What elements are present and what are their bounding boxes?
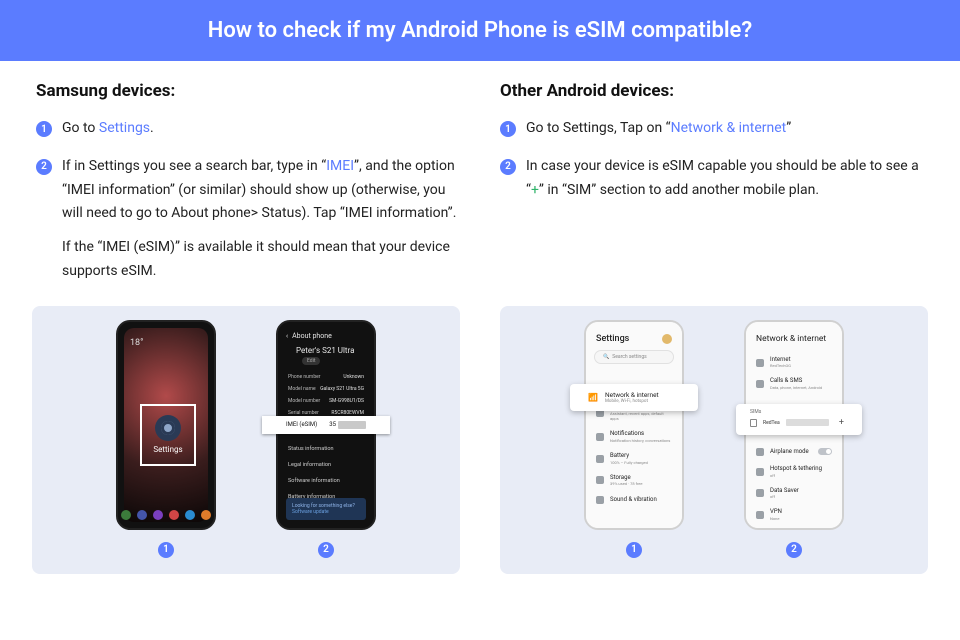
step-badge: 2	[36, 159, 52, 175]
imei-esim-highlight: IMEI (eSIM) 35	[262, 416, 390, 434]
imei-keyword: IMEI	[326, 158, 354, 174]
other-heading: Other Android devices:	[500, 81, 924, 101]
toggle-icon	[818, 448, 832, 455]
step-text: If in Settings you see a search bar, typ…	[62, 155, 460, 284]
caption-badge: 1	[626, 542, 642, 558]
page-header: How to check if my Android Phone is eSIM…	[0, 0, 960, 61]
settings-keyword: Settings	[99, 120, 150, 136]
phone-mock: ‹About phone Peter's S21 UltraEdit Phone…	[276, 320, 376, 530]
instruction-columns: Samsung devices: 1 Go to Settings. 2 If …	[0, 61, 960, 298]
step-text: Go to Settings.	[62, 117, 460, 141]
wifi-icon: 📶	[588, 393, 597, 402]
dock	[118, 510, 214, 520]
network-internet-keyword: Network & internet	[671, 120, 787, 136]
other-shot-2: Network & internet InternetRedTechOG Cal…	[744, 320, 844, 558]
phone-mock: 18° Settings	[116, 320, 216, 530]
search-input: 🔍Search settings	[594, 350, 674, 364]
caption-badge: 2	[318, 542, 334, 558]
screenshot-galleries: 18° Settings 1 ‹About phone Peter's S21 …	[0, 306, 960, 574]
phone-mock: Settings 🔍Search settings AppsAssistant,…	[584, 320, 684, 530]
masked-value	[786, 419, 829, 426]
masked-value	[338, 421, 366, 429]
step-text: In case your device is eSIM capable you …	[526, 155, 924, 203]
back-icon: ‹	[286, 332, 288, 340]
samsung-column: Samsung devices: 1 Go to Settings. 2 If …	[36, 81, 460, 298]
other-gallery: Settings 🔍Search settings AppsAssistant,…	[500, 306, 928, 574]
step-text: Go to Settings, Tap on “Network & intern…	[526, 117, 924, 141]
avatar	[662, 334, 672, 344]
step-badge: 1	[500, 121, 516, 137]
caption-badge: 2	[786, 542, 802, 558]
other-shot-1: Settings 🔍Search settings AppsAssistant,…	[584, 320, 684, 558]
search-hint: Looking for something else?Software upda…	[286, 498, 366, 520]
samsung-step-2: 2 If in Settings you see a search bar, t…	[36, 155, 460, 284]
network-internet-highlight: 📶 Network & internetMobile, Wi-Fi, hotsp…	[570, 384, 698, 411]
sim-icon	[750, 419, 757, 427]
settings-app-highlight: Settings	[140, 404, 196, 466]
samsung-step-1: 1 Go to Settings.	[36, 117, 460, 141]
page-title: How to check if my Android Phone is eSIM…	[208, 18, 752, 43]
other-step-2: 2 In case your device is eSIM capable yo…	[500, 155, 924, 203]
samsung-heading: Samsung devices:	[36, 81, 460, 101]
plus-icon: +	[835, 418, 848, 428]
samsung-gallery: 18° Settings 1 ‹About phone Peter's S21 …	[32, 306, 460, 574]
settings-label: Settings	[153, 445, 182, 454]
weather-widget: 18°	[130, 338, 143, 348]
plus-keyword: +	[531, 182, 539, 198]
caption-badge: 1	[158, 542, 174, 558]
samsung-shot-2: ‹About phone Peter's S21 UltraEdit Phone…	[276, 320, 376, 558]
edit-chip: Edit	[302, 357, 320, 365]
sims-highlight: SIMs RedTea +	[736, 404, 862, 435]
step-badge: 1	[36, 121, 52, 137]
other-step-1: 1 Go to Settings, Tap on “Network & inte…	[500, 117, 924, 141]
other-column: Other Android devices: 1 Go to Settings,…	[500, 81, 924, 298]
step-badge: 2	[500, 159, 516, 175]
phone-mock: Network & internet InternetRedTechOG Cal…	[744, 320, 844, 530]
gear-icon	[155, 415, 181, 441]
samsung-shot-1: 18° Settings 1	[116, 320, 216, 558]
